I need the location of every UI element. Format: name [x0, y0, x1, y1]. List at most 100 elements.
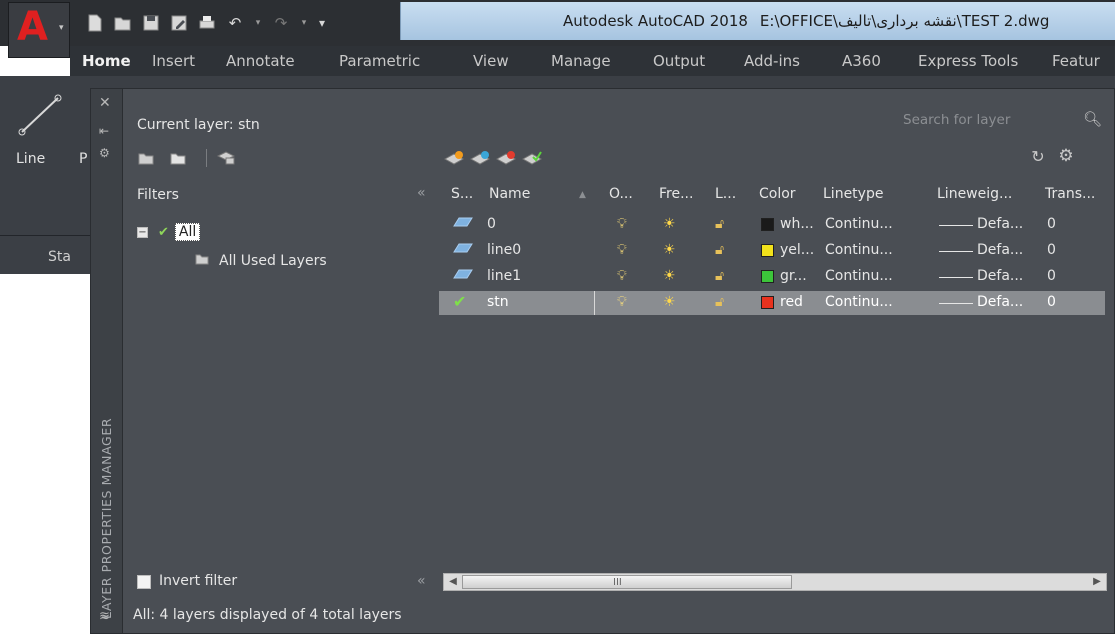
filter-all-label[interactable]: All [174, 223, 201, 241]
scroll-right-icon[interactable]: ▶ [1090, 575, 1104, 589]
col-color[interactable]: Color [759, 186, 796, 202]
tab-express-tools[interactable]: Express Tools [918, 52, 1018, 70]
tab-manage[interactable]: Manage [551, 52, 611, 70]
col-status[interactable]: S... [451, 186, 473, 202]
layer-name[interactable]: stn [487, 294, 509, 310]
sun-thawed-icon[interactable]: ☀ [663, 294, 676, 310]
layer-color-name[interactable]: red [780, 294, 803, 310]
sun-thawed-icon[interactable]: ☀ [663, 242, 676, 258]
col-lineweight[interactable]: Lineweig... [937, 186, 1012, 202]
color-swatch[interactable] [761, 218, 774, 231]
tab-output[interactable]: Output [653, 52, 705, 70]
color-swatch[interactable] [761, 244, 774, 257]
save-icon[interactable] [140, 12, 162, 34]
line-tool-label[interactable]: Line [16, 151, 45, 167]
col-transparency[interactable]: Trans... [1045, 186, 1095, 202]
redo-icon[interactable]: ↷ [270, 12, 292, 34]
layer-lineweight[interactable]: Defa... [977, 242, 1023, 258]
polyline-tool-label[interactable]: P [79, 151, 87, 167]
tab-view[interactable]: View [473, 52, 509, 70]
new-icon[interactable] [84, 12, 106, 34]
new-group-filter-icon[interactable] [167, 147, 189, 169]
col-name[interactable]: Name [489, 186, 530, 202]
tab-a360[interactable]: A360 [842, 52, 881, 70]
col-linetype[interactable]: Linetype [823, 186, 883, 202]
layer-states-manager-icon[interactable] [215, 147, 237, 169]
layer-color-name[interactable]: gr... [780, 268, 807, 284]
table-row[interactable]: 0 💡︎ ☀ 🔓︎ wh... Continu... Defa... 0 [439, 213, 1105, 237]
tab-parametric[interactable]: Parametric [339, 52, 420, 70]
col-on[interactable]: O... [609, 186, 633, 202]
scrollbar-thumb[interactable]: III [462, 575, 792, 589]
tree-collapse-icon[interactable]: − [137, 226, 148, 238]
unlocked-icon[interactable]: 🔓︎ [715, 268, 724, 284]
layer-transparency[interactable]: 0 [1047, 242, 1056, 258]
layer-lineweight[interactable]: Defa... [977, 294, 1023, 310]
bulb-on-icon[interactable]: 💡︎ [617, 268, 627, 284]
customize-icon[interactable]: ▾ [316, 12, 328, 34]
start-tab[interactable]: Sta [48, 249, 71, 265]
search-icon[interactable]: 🔍︎ [1083, 110, 1102, 128]
layer-name[interactable]: line1 [487, 268, 521, 284]
bulb-on-icon[interactable]: 💡︎ [617, 294, 627, 310]
layer-lineweight[interactable]: Defa... [977, 268, 1023, 284]
undo-dropdown-icon[interactable]: ▾ [252, 12, 264, 34]
application-menu-button[interactable]: A ▾ [8, 2, 70, 58]
invert-filter-checkbox[interactable] [137, 575, 151, 589]
horizontal-scrollbar[interactable]: ◀ III ▶ [443, 573, 1107, 591]
properties-icon[interactable]: ⚙ [99, 147, 110, 159]
layer-lineweight[interactable]: Defa... [977, 216, 1023, 232]
delete-layer-icon[interactable] [495, 147, 517, 169]
close-icon[interactable]: ✕ [99, 96, 111, 110]
new-layer-icon[interactable] [443, 147, 465, 169]
tab-featured[interactable]: Featur [1052, 52, 1100, 70]
unlocked-icon[interactable]: 🔓︎ [715, 216, 724, 232]
filter-tree-all[interactable]: − ✔ All [137, 221, 201, 243]
layer-linetype[interactable]: Continu... [825, 242, 893, 258]
undo-icon[interactable]: ↶ [224, 12, 246, 34]
bulb-on-icon[interactable]: 💡︎ [617, 242, 627, 258]
collapse-filters-icon[interactable]: « [417, 185, 426, 201]
col-freeze[interactable]: Fre... [659, 186, 693, 202]
col-lock[interactable]: L... [715, 186, 736, 202]
sun-thawed-icon[interactable]: ☀ [663, 268, 676, 284]
open-icon[interactable] [112, 12, 134, 34]
tab-add-ins[interactable]: Add-ins [744, 52, 800, 70]
layer-linetype[interactable]: Continu... [825, 294, 893, 310]
auto-hide-icon[interactable]: ⇤ [99, 125, 109, 137]
unlocked-icon[interactable]: 🔓︎ [715, 294, 724, 310]
bulb-on-icon[interactable]: 💡︎ [617, 216, 627, 232]
search-input[interactable] [903, 109, 1073, 131]
save-as-icon[interactable] [168, 12, 190, 34]
table-row[interactable]: line0 💡︎ ☀ 🔓︎ yel... Continu... Defa... … [439, 239, 1105, 263]
layer-linetype[interactable]: Continu... [825, 216, 893, 232]
collapse-filters-bottom-icon[interactable]: « [417, 573, 426, 589]
new-layer-vp-frozen-icon[interactable] [469, 147, 491, 169]
redo-dropdown-icon[interactable]: ▾ [298, 12, 310, 34]
table-row[interactable]: line1 💡︎ ☀ 🔓︎ gr... Continu... Defa... 0 [439, 265, 1105, 289]
unlocked-icon[interactable]: 🔓︎ [715, 242, 724, 258]
filter-tree-all-used-layers[interactable]: All Used Layers [195, 253, 327, 269]
color-swatch[interactable] [761, 270, 774, 283]
layer-color-name[interactable]: yel... [780, 242, 814, 258]
layer-color-name[interactable]: wh... [780, 216, 814, 232]
layer-transparency[interactable]: 0 [1047, 268, 1056, 284]
layer-name[interactable]: line0 [487, 242, 521, 258]
layer-linetype[interactable]: Continu... [825, 268, 893, 284]
new-property-filter-icon[interactable] [135, 147, 157, 169]
settings-gear-icon[interactable]: ⚙ [1055, 145, 1077, 167]
layer-name[interactable]: 0 [487, 216, 496, 232]
layer-transparency[interactable]: 0 [1047, 216, 1056, 232]
sun-thawed-icon[interactable]: ☀ [663, 216, 676, 232]
refresh-icon[interactable]: ↻ [1027, 145, 1049, 167]
scroll-left-icon[interactable]: ◀ [446, 575, 460, 589]
tab-annotate[interactable]: Annotate [226, 52, 295, 70]
tab-insert[interactable]: Insert [152, 52, 195, 70]
line-tool-button[interactable] [14, 88, 64, 138]
search-box[interactable]: 🔍︎ [903, 109, 1103, 131]
color-swatch[interactable] [761, 296, 774, 309]
plot-icon[interactable] [196, 12, 218, 34]
tab-home[interactable]: Home [82, 52, 131, 70]
set-current-icon[interactable] [521, 147, 543, 169]
table-row-selected[interactable]: ✔ stn 💡︎ ☀ 🔓︎ red Continu... Defa... 0 [439, 291, 1105, 315]
